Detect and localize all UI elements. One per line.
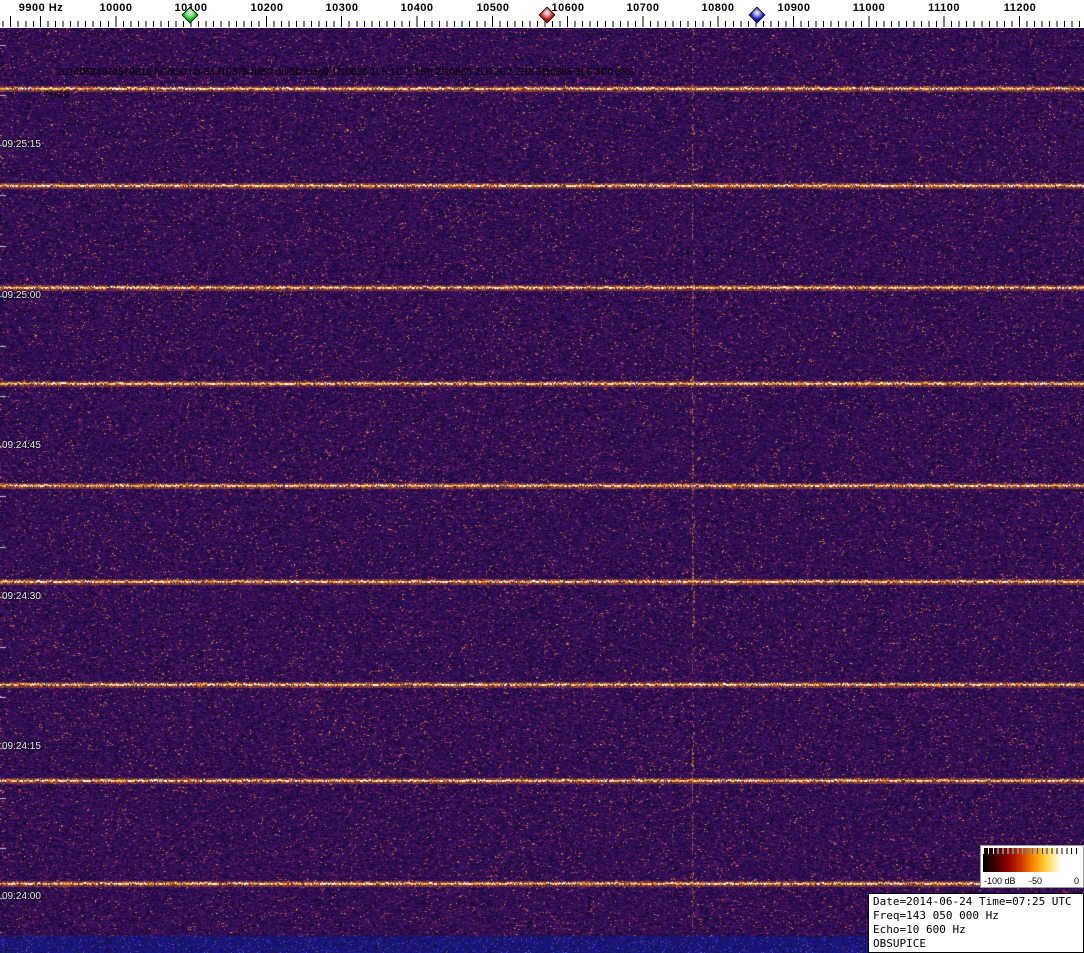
ruler-label: 9900 Hz [19, 2, 63, 14]
ruler-label: 10500 [476, 2, 509, 14]
ruler-label: 10200 [250, 2, 283, 14]
legend-label-min: -100 dB [984, 876, 1016, 886]
color-scale-legend: -100 dB -50 0 [980, 845, 1084, 888]
ruler-label: 10800 [701, 2, 734, 14]
ruler-label: 10400 [400, 2, 433, 14]
time-axis-label: 09:24:45 [2, 440, 41, 451]
ruler-label: 10300 [325, 2, 358, 14]
frequency-ruler[interactable]: 9900 Hz 10000 10100 10200 10300 10400 10… [0, 0, 1084, 28]
legend-tick-marks [983, 848, 1081, 854]
legend-labels: -100 dB -50 0 [981, 874, 1083, 886]
meteor-spectrogram-app: 9900 Hz 10000 10100 10200 10300 10400 10… [0, 0, 1084, 953]
info-date-time: Date=2014-06-24 Time=07:25 UTC [873, 895, 1079, 909]
legend-label-mid: -50 [1029, 876, 1042, 886]
spectrogram-canvas[interactable] [0, 28, 1084, 953]
time-axis-label: 09:24:00 [2, 891, 41, 902]
info-frequency: Freq=143 050 000 Hz [873, 909, 1079, 923]
observation-info-box: Date=2014-06-24 Time=07:25 UTC Freq=143 … [868, 893, 1084, 953]
time-axis-label: 09:24:30 [2, 591, 41, 602]
info-echo: Echo=10 600 Hz [873, 923, 1079, 937]
detection-header-text: 20140624072519816 hCnt30 nb-84 f10375 hi… [57, 67, 634, 78]
color-gradient-bar [983, 848, 1081, 872]
time-axis-label: 09:24:15 [2, 741, 41, 752]
ruler-label: 10700 [626, 2, 659, 14]
ruler-label: 10600 [551, 2, 584, 14]
time-cursor-label: ^t+19 [45, 90, 69, 101]
ruler-label: 11200 [1004, 2, 1036, 14]
ruler-label: 10900 [777, 2, 810, 14]
legend-label-max: 0 [1074, 876, 1079, 886]
info-station: OBSUPICE [873, 937, 1079, 951]
ruler-label: 11000 [853, 2, 885, 14]
ruler-label: 10000 [99, 2, 132, 14]
ruler-label: 11100 [928, 2, 960, 14]
time-axis-label: 09:25:15 [2, 139, 41, 150]
waterfall-display[interactable]: 20140624072519816 hCnt30 nb-84 f10375 hi… [0, 28, 1084, 953]
ruler-minor-ticks [0, 21, 1084, 27]
time-axis-label: 09:25:00 [2, 290, 41, 301]
